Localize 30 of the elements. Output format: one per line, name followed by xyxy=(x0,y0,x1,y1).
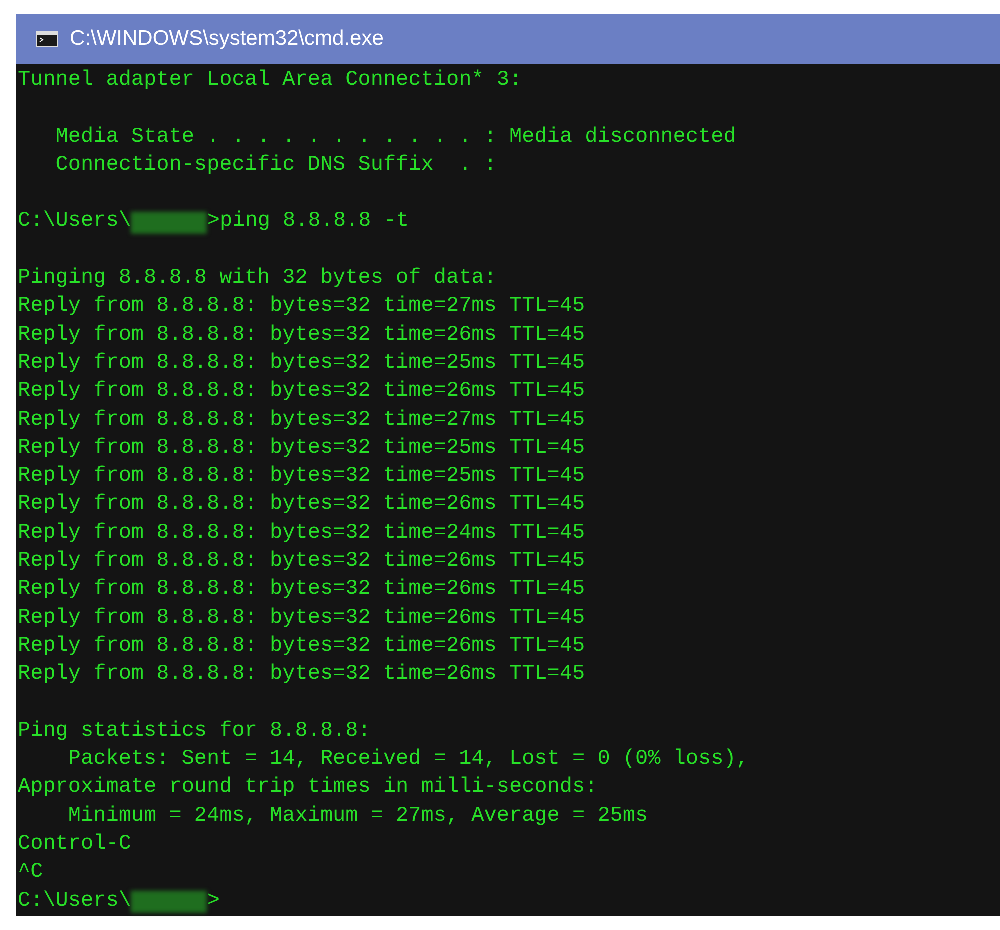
console-line: Reply from 8.8.8.8: bytes=32 time=26ms TTL=45 xyxy=(18,549,586,576)
prompt-path: C:\Users\ xyxy=(18,209,132,236)
console-line: ^C xyxy=(18,860,44,886)
prompt-command: > xyxy=(207,888,220,915)
console-line: Reply from 8.8.8.8: bytes=32 time=27ms TTL=45 xyxy=(18,408,586,434)
console-line: Approximate round trip times in milli-seconds: xyxy=(18,775,598,802)
console-line: Minimum = 24ms, Maximum = 27ms, Average = 25ms xyxy=(67,804,648,830)
console-line: Reply from 8.8.8.8: bytes=32 time=26ms TTL=45 xyxy=(18,577,586,604)
console-line: Reply from 8.8.8.8: bytes=32 time=27ms TTL=45 xyxy=(18,294,586,320)
console-line: Reply from 8.8.8.8: bytes=32 time=26ms TTL=45 xyxy=(18,606,586,632)
console-line: Reply from 8.8.8.8: bytes=32 time=25ms TTL=45 xyxy=(18,436,586,462)
console-line: Control-C xyxy=(18,832,132,858)
console-line: Reply from 8.8.8.8: bytes=32 time=26ms TTL=45 xyxy=(18,634,586,660)
console-line: Connection-specific DNS Suffix . : xyxy=(54,152,497,179)
console-line: Packets: Sent = 14, Received = 14, Lost = 0 (0% loss), xyxy=(67,747,749,774)
console-icon xyxy=(36,31,58,47)
console-line: Reply from 8.8.8.8: bytes=32 time=26ms TTL=45 xyxy=(18,492,586,518)
console-line: Reply from 8.8.8.8: bytes=32 time=26ms TTL=45 xyxy=(18,379,586,406)
prompt-command: >ping 8.8.8.8 -t xyxy=(207,209,410,236)
console-line: Reply from 8.8.8.8: bytes=32 time=25ms TTL=45 xyxy=(18,464,586,490)
console-line: Reply from 8.8.8.8: bytes=32 time=25ms TTL=45 xyxy=(18,350,586,377)
console-line: Reply from 8.8.8.8: bytes=32 time=24ms TTL=45 xyxy=(18,520,586,547)
prompt-path: C:\Users\ xyxy=(18,888,132,915)
console-line: Ping statistics for 8.8.8.8: xyxy=(18,718,371,745)
console-line: Media State . . . . . . . . . . . : Media disconnected xyxy=(54,124,736,151)
console-line: Reply from 8.8.8.8: bytes=32 time=26ms TTL=45 xyxy=(18,662,586,688)
console-line: Reply from 8.8.8.8: bytes=32 time=26ms TTL=45 xyxy=(18,322,586,349)
console-line: Tunnel adapter Local Area Connection* 3: xyxy=(18,68,522,94)
console-line: Pinging 8.8.8.8 with 32 bytes of data: xyxy=(18,266,497,292)
window-title: C:\WINDOWS\system32\cmd.exe xyxy=(70,26,384,52)
